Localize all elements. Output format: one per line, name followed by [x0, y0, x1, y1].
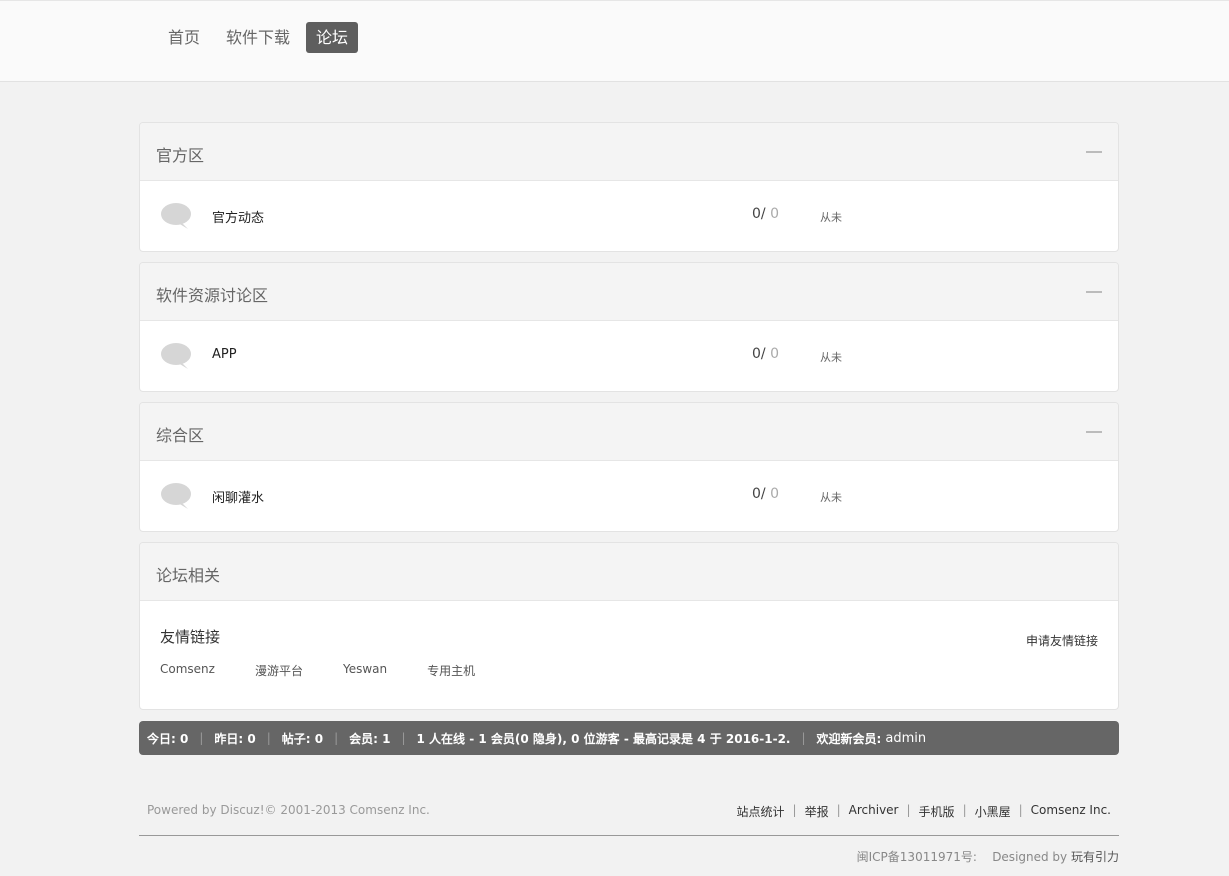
collapse-icon[interactable] [1086, 151, 1102, 153]
icp-number[interactable]: 闽ICP备13011971号: [857, 850, 977, 864]
friend-link[interactable]: 漫游平台 [255, 662, 303, 679]
chat-bubble-icon [161, 343, 191, 369]
footer-link[interactable]: 站点统计 [737, 803, 785, 820]
apply-link-button[interactable]: 申请友情链接 [1026, 632, 1098, 649]
friend-link[interactable]: Yeswan [343, 662, 387, 679]
designer-link[interactable]: 玩有引力 [1071, 850, 1119, 864]
footer-link[interactable]: 小黑屋 [975, 803, 1011, 820]
newest-member-link[interactable]: admin [885, 731, 926, 746]
section-header: 软件资源讨论区 [140, 263, 1118, 321]
section-header: 官方区 [140, 123, 1118, 181]
chat-bubble-icon [161, 203, 191, 229]
forum-section-official: 官方区 官方动态 0/ 0 从未 [139, 122, 1119, 252]
forum-section-software: 软件资源讨论区 APP 0/ 0 从未 [139, 262, 1119, 392]
section-title: 综合区 [156, 426, 205, 445]
section-title: 论坛相关 [156, 566, 221, 585]
forum-last-post: 从未 [820, 491, 842, 504]
footer-divider [139, 835, 1119, 836]
section-header: 论坛相关 [140, 543, 1118, 601]
footer-link[interactable]: 举报 [805, 803, 829, 820]
footer-links: 站点统计 | 举报 | Archiver | 手机版 | 小黑屋 | Comse… [736, 803, 1111, 820]
nav-home[interactable]: 首页 [158, 22, 210, 53]
stat-yesterday: 昨日: 0 [214, 731, 256, 746]
friend-links-list: Comsenz 漫游平台 Yeswan 专用主机 [160, 662, 515, 679]
main-nav: 首页 软件下载 论坛 [158, 22, 364, 53]
forum-row: 闲聊灌水 0/ 0 从未 [140, 461, 1118, 531]
forum-name[interactable]: 官方动态 [212, 207, 264, 226]
designed-by-label: Designed by [992, 850, 1068, 864]
stats-bar: 今日: 0 | 昨日: 0 | 帖子: 0 | 会员: 1 | 1 人在线 - … [139, 721, 1119, 755]
forum-name[interactable]: APP [212, 347, 237, 362]
forum-name[interactable]: 闲聊灌水 [212, 487, 264, 506]
forum-count: 0/ 0 [752, 486, 779, 502]
forum-last-post: 从未 [820, 351, 842, 364]
forum-count: 0/ 0 [752, 206, 779, 222]
nav-software-download[interactable]: 软件下载 [216, 22, 300, 53]
footer-link[interactable]: Archiver [849, 803, 899, 820]
forum-row: APP 0/ 0 从未 [140, 321, 1118, 391]
section-header: 综合区 [140, 403, 1118, 461]
nav-forum[interactable]: 论坛 [306, 22, 359, 53]
forum-row: 官方动态 0/ 0 从未 [140, 181, 1118, 251]
stat-today: 今日: 0 [147, 731, 189, 746]
chat-bubble-icon [161, 483, 191, 509]
top-header: 首页 软件下载 论坛 [0, 0, 1229, 82]
icp-line: 闽ICP备13011971号: Designed by 玩有引力 [857, 848, 1119, 865]
friend-link[interactable]: Comsenz [160, 662, 215, 679]
stat-online[interactable]: 1 人在线 - 1 会员(0 隐身), 0 位游客 - 最高记录是 4 于 20… [417, 730, 791, 747]
collapse-icon[interactable] [1086, 431, 1102, 433]
section-title: 软件资源讨论区 [156, 286, 269, 305]
stat-welcome: 欢迎新会员: [816, 731, 882, 746]
forum-related-panel: 论坛相关 友情链接 申请友情链接 Comsenz 漫游平台 Yeswan 专用主… [139, 542, 1119, 710]
stat-posts: 帖子: 0 [281, 731, 324, 746]
section-title: 官方区 [156, 146, 205, 165]
forum-last-post: 从未 [820, 211, 842, 224]
friend-links-title: 友情链接 [160, 628, 221, 646]
stat-members: 会员: 1 [349, 731, 391, 746]
footer-link[interactable]: Comsenz Inc. [1031, 803, 1111, 820]
collapse-icon[interactable] [1086, 291, 1102, 293]
forum-section-general: 综合区 闲聊灌水 0/ 0 从未 [139, 402, 1119, 532]
powered-by: Powered by Discuz!© 2001-2013 Comsenz In… [147, 803, 430, 817]
footer-link[interactable]: 手机版 [919, 803, 955, 820]
friend-link[interactable]: 专用主机 [427, 662, 475, 679]
friend-links: 友情链接 申请友情链接 Comsenz 漫游平台 Yeswan 专用主机 [140, 601, 1118, 709]
forum-count: 0/ 0 [752, 346, 779, 362]
